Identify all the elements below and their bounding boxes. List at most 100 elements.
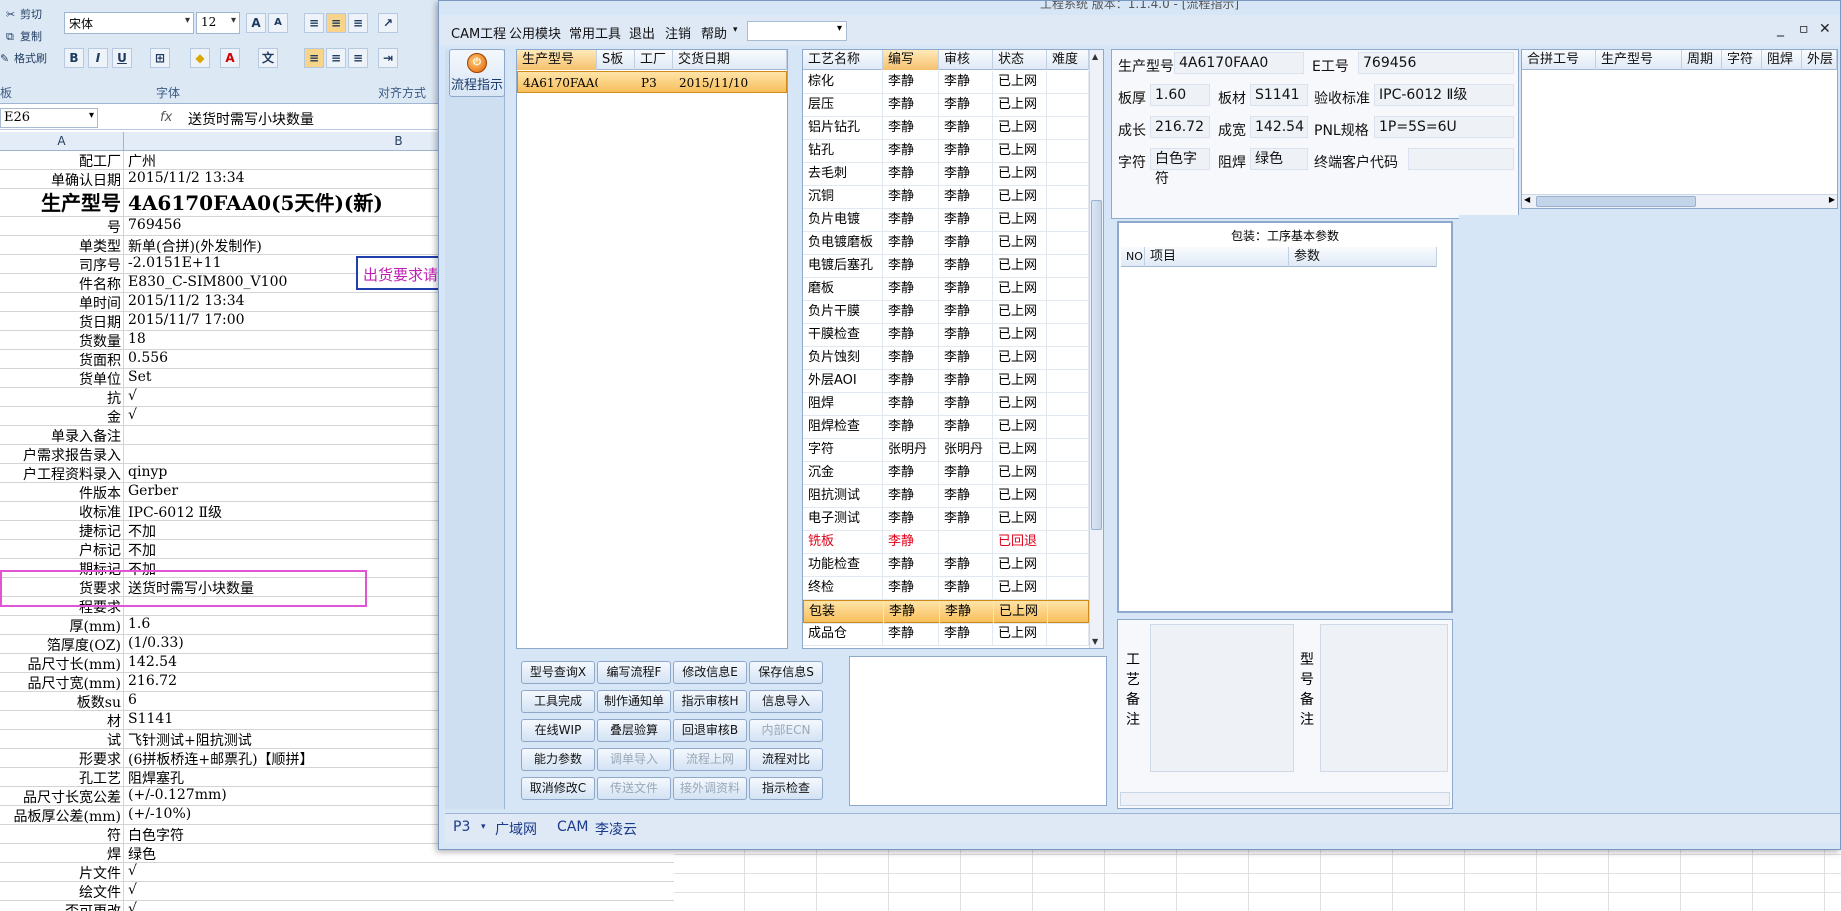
process-row[interactable]: 外层AOI 李静 李静 已上网: [803, 370, 1089, 393]
merge-col-mask[interactable]: 阻焊: [1762, 50, 1802, 70]
model-remark-input[interactable]: [1320, 624, 1448, 772]
merge-col-model[interactable]: 生产型号: [1596, 50, 1682, 70]
scroll-thumb[interactable]: [1091, 200, 1102, 530]
process-row[interactable]: 铝片钻孔 李静 李静 已上网: [803, 117, 1089, 140]
params-col-param[interactable]: 参数: [1289, 247, 1437, 267]
action-button[interactable]: 编写流程F: [597, 661, 671, 684]
cell-a[interactable]: 货面积: [0, 350, 124, 369]
action-button[interactable]: 指示检查: [749, 777, 823, 800]
cell-b[interactable]: √: [126, 901, 672, 911]
cell-a[interactable]: 试: [0, 730, 124, 749]
menu-cam[interactable]: CAM工程: [451, 23, 506, 42]
process-row[interactable]: 层压 李静 李静 已上网: [803, 94, 1089, 117]
cell-a[interactable]: 单类型: [0, 236, 124, 255]
cell-a[interactable]: 户标记: [0, 540, 124, 559]
cell-a[interactable]: 户需求报告录入: [0, 445, 124, 464]
scroll-right-icon[interactable]: ▶: [1829, 195, 1835, 204]
process-col-name[interactable]: 工艺名称: [803, 50, 883, 70]
process-row[interactable]: 钻孔 李静 李静 已上网: [803, 140, 1089, 163]
font-color-button[interactable]: A: [220, 48, 240, 68]
process-row[interactable]: 功能检查 李静 李静 已上网: [803, 554, 1089, 577]
align-right-button[interactable]: ≡: [348, 48, 368, 68]
process-col-reviewer[interactable]: 审核: [939, 50, 993, 70]
sheet-row[interactable]: 片文件 √: [0, 863, 674, 882]
action-button[interactable]: 制作通知单: [597, 690, 671, 713]
align-top-button[interactable]: ≡: [304, 13, 324, 33]
status-factory[interactable]: P3: [453, 819, 470, 835]
shrink-font-button[interactable]: A: [268, 13, 288, 33]
cell-a[interactable]: 焊: [0, 844, 124, 863]
process-row[interactable]: 电镀后塞孔 李静 李静 已上网: [803, 255, 1089, 278]
action-button[interactable]: 取消修改C: [521, 777, 595, 800]
process-row[interactable]: 沉金 李静 李静 已上网: [803, 462, 1089, 485]
help-dropdown-icon[interactable]: ▾: [733, 25, 738, 35]
menu-combo[interactable]: [747, 21, 847, 41]
font-size-combo[interactable]: 12: [196, 12, 240, 34]
cell-a[interactable]: 户工程资料录入: [0, 464, 124, 483]
cell-a[interactable]: 收标准: [0, 502, 124, 521]
sheet-row[interactable]: 否可更改√: [0, 901, 674, 911]
grow-font-button[interactable]: A: [246, 13, 266, 33]
process-col-status[interactable]: 状态: [993, 50, 1047, 70]
merge-col-char[interactable]: 字符: [1722, 50, 1762, 70]
params-col-no[interactable]: NO: [1121, 247, 1145, 267]
process-row[interactable]: 磨板 李静 李静 已上网: [803, 278, 1089, 301]
action-button[interactable]: 流程对比: [749, 748, 823, 771]
process-col-difficulty[interactable]: 难度: [1047, 50, 1089, 70]
cell-a[interactable]: 生产型号: [0, 189, 124, 217]
action-button[interactable]: 指示审核H: [673, 690, 747, 713]
close-icon[interactable]: ✕: [1819, 21, 1831, 37]
indent-button[interactable]: ⇥: [378, 48, 398, 68]
order-col-model[interactable]: 生产型号: [517, 50, 597, 70]
remarks-hscroll[interactable]: [1120, 792, 1450, 806]
order-grid[interactable]: 生产型号 S板 工厂 交货日期 4A6170FAA0 P3 2015/11/10: [516, 49, 788, 649]
cell-a[interactable]: 否可更改: [0, 901, 124, 911]
process-col-writer[interactable]: 编写: [883, 50, 939, 70]
name-box[interactable]: E26: [0, 108, 98, 128]
params-col-item[interactable]: 项目: [1145, 247, 1289, 267]
copy-button[interactable]: ⧉ 复制: [6, 28, 42, 44]
process-row[interactable]: 终检 李静 李静 已上网: [803, 577, 1089, 600]
action-button[interactable]: 信息导入: [749, 690, 823, 713]
action-button[interactable]: 接外调资料: [673, 777, 747, 800]
order-col-factory[interactable]: 工厂: [635, 50, 673, 70]
order-row[interactable]: 4A6170FAA0 P3 2015/11/10: [517, 71, 787, 93]
action-button[interactable]: 调单导入: [597, 748, 671, 771]
cell-a[interactable]: 片文件: [0, 863, 124, 882]
border-button[interactable]: ⊞: [150, 48, 170, 68]
action-button[interactable]: 叠层验算: [597, 719, 671, 742]
cell-a[interactable]: 单时间: [0, 293, 124, 312]
process-grid[interactable]: 工艺名称 编写 审核 状态 难度 棕化 李静 李静 已上网 层压 李静 李静 已上网 铝片钻孔李…: [802, 49, 1104, 649]
process-scrollbar[interactable]: ▲ ▼: [1089, 50, 1103, 648]
fill-color-button[interactable]: ◆: [190, 48, 210, 68]
process-row[interactable]: 成品仓 李静 李静 已上网: [803, 623, 1089, 646]
message-box[interactable]: [849, 656, 1107, 806]
cell-a[interactable]: 品板厚公差(mm): [0, 806, 124, 825]
merge-col-cycle[interactable]: 周期: [1682, 50, 1722, 70]
process-row[interactable]: 阻焊 李静 李静 已上网: [803, 393, 1089, 416]
process-row[interactable]: 去毛刺 李静 李静 已上网: [803, 163, 1089, 186]
cell-a[interactable]: 绘文件: [0, 882, 124, 901]
cell-a[interactable]: 金: [0, 407, 124, 426]
process-row[interactable]: 棕化 李静 李静 已上网: [803, 71, 1089, 94]
scroll-left-icon[interactable]: ◀: [1524, 195, 1530, 204]
cell-a[interactable]: 材: [0, 711, 124, 730]
menu-help[interactable]: 帮助: [701, 23, 727, 42]
process-row[interactable]: 负片干膜 李静 李静 已上网: [803, 301, 1089, 324]
cell-a[interactable]: 抗: [0, 388, 124, 407]
merge-grid[interactable]: 合拼工号 生产型号 周期 字符 阻焊 外层 ◀ ▶: [1521, 49, 1838, 209]
process-row[interactable]: 沉铜 李静 李静 已上网: [803, 186, 1089, 209]
process-row[interactable]: 负电镀磨板 李静 李静 已上网: [803, 232, 1089, 255]
cell-a[interactable]: 单确认日期: [0, 170, 124, 189]
cell-a[interactable]: 品尺寸长(mm): [0, 654, 124, 673]
cell-a[interactable]: 厚(mm): [0, 616, 124, 635]
cell-a[interactable]: 货数量: [0, 331, 124, 350]
italic-button[interactable]: I: [88, 48, 108, 68]
cell-b[interactable]: √: [126, 863, 672, 882]
align-left-button[interactable]: ≡: [304, 48, 324, 68]
align-middle-button[interactable]: ≡: [326, 13, 346, 33]
fx-icon[interactable]: fx: [160, 110, 172, 125]
bold-button[interactable]: B: [64, 48, 84, 68]
cell-a[interactable]: 件版本: [0, 483, 124, 502]
process-row[interactable]: 铣板 李静 已回退: [803, 531, 1089, 554]
